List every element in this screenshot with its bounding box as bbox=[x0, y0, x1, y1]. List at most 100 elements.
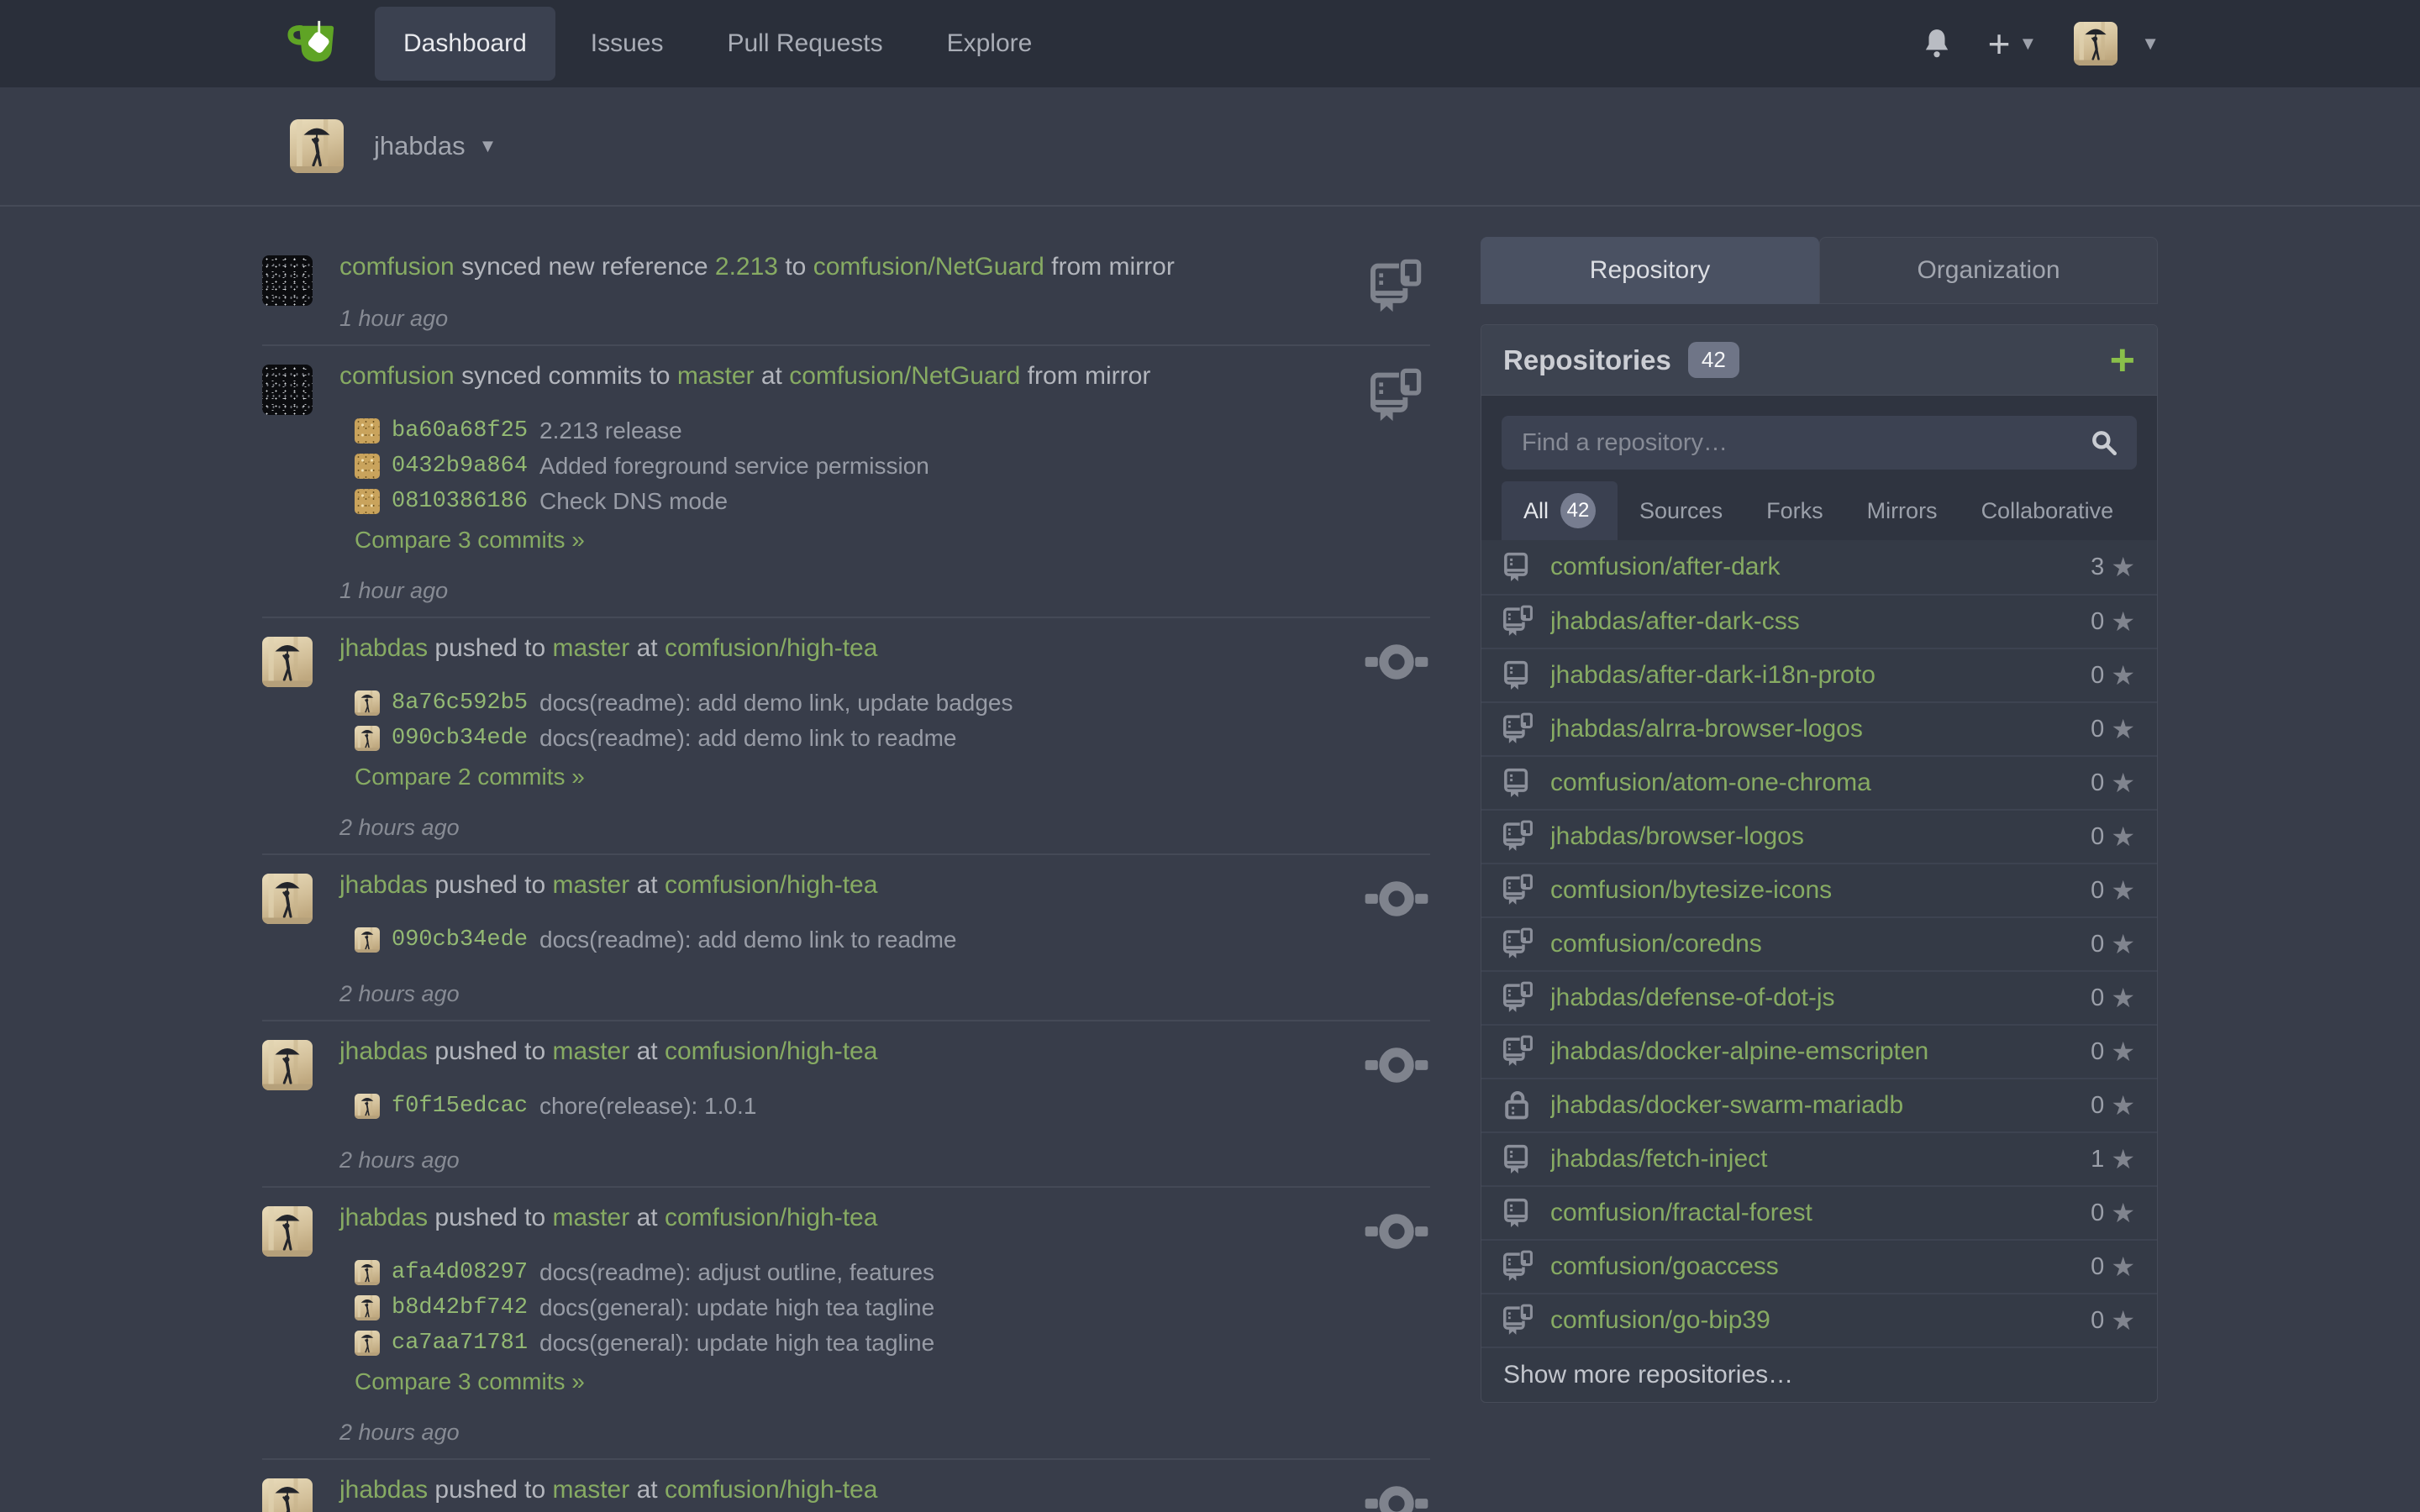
show-more-repositories-link[interactable]: Show more repositories… bbox=[1481, 1347, 2157, 1402]
feed-link[interactable]: master bbox=[553, 1204, 630, 1231]
actor-avatar[interactable] bbox=[262, 637, 313, 687]
feed-link[interactable]: comfusion/high-tea bbox=[665, 1204, 877, 1231]
commit-avatar bbox=[355, 927, 380, 953]
create-new-button[interactable]: + ▼ bbox=[1988, 24, 2038, 63]
repo-link[interactable]: comfusion/goaccess bbox=[1550, 1252, 2091, 1281]
user-menu-button[interactable]: ▼ bbox=[2074, 22, 2160, 66]
nav-item-dashboard[interactable]: Dashboard bbox=[375, 7, 555, 81]
repo-mirror-icon bbox=[1503, 1303, 1534, 1337]
feed-timestamp: 1 hour ago bbox=[339, 306, 1363, 331]
repo-link[interactable]: jhabdas/docker-swarm-mariadb bbox=[1550, 1091, 2091, 1120]
feed-link[interactable]: comfusion/NetGuard bbox=[813, 253, 1044, 281]
repo-link[interactable]: jhabdas/alrra-browser-logos bbox=[1550, 715, 2091, 743]
repo-link[interactable]: jhabdas/docker-alpine-emscripten bbox=[1550, 1037, 2091, 1066]
commit-sha-link[interactable]: 090cb34ede bbox=[392, 927, 528, 953]
repo-link[interactable]: jhabdas/after-dark-i18n-proto bbox=[1550, 661, 2091, 690]
actor-avatar[interactable] bbox=[262, 1206, 313, 1257]
commit-sha-link[interactable]: f0f15edcac bbox=[392, 1094, 528, 1119]
feed-link[interactable]: comfusion/high-tea bbox=[665, 1476, 877, 1504]
repo-link[interactable]: comfusion/after-dark bbox=[1550, 553, 2091, 581]
actor-avatar[interactable] bbox=[262, 1478, 313, 1512]
feed-link[interactable]: master bbox=[553, 1476, 630, 1504]
repo-link[interactable]: comfusion/coredns bbox=[1550, 930, 2091, 958]
repo-link[interactable]: jhabdas/defense-of-dot-js bbox=[1550, 984, 2091, 1012]
repo-link[interactable]: comfusion/atom-one-chroma bbox=[1550, 769, 2091, 797]
commit-sha-link[interactable]: afa4d08297 bbox=[392, 1260, 528, 1285]
commit-sha-link[interactable]: 8a76c592b5 bbox=[392, 690, 528, 716]
add-repository-button[interactable]: + bbox=[2110, 339, 2135, 382]
actor-avatar[interactable] bbox=[262, 1040, 313, 1090]
feed-item-title: jhabdas pushed to master at comfusion/hi… bbox=[339, 633, 1363, 664]
gitea-logo[interactable] bbox=[286, 0, 338, 87]
feed-link[interactable]: comfusion bbox=[339, 253, 455, 281]
feed-link[interactable]: 2.213 bbox=[715, 253, 778, 281]
tab-repository[interactable]: Repository bbox=[1481, 237, 1819, 304]
nav-item-pull-requests[interactable]: Pull Requests bbox=[698, 7, 911, 81]
feed-link[interactable]: master bbox=[553, 1037, 630, 1065]
repo-row: comfusion/goaccess 0 ★ bbox=[1481, 1239, 2157, 1293]
commit-sha-link[interactable]: 0810386186 bbox=[392, 489, 528, 514]
commit-sha-link[interactable]: 090cb34ede bbox=[392, 726, 528, 751]
feed-link[interactable]: jhabdas bbox=[339, 634, 428, 662]
commit-sha-link[interactable]: ca7aa71781 bbox=[392, 1331, 528, 1356]
feed-link[interactable]: master bbox=[553, 871, 630, 899]
feed-link[interactable]: comfusion/NetGuard bbox=[789, 362, 1020, 390]
feed-link[interactable]: comfusion/high-tea bbox=[665, 634, 877, 662]
repo-link[interactable]: comfusion/go-bip39 bbox=[1550, 1306, 2091, 1335]
commit-row: ca7aa71781 docs(general): update high te… bbox=[355, 1326, 1363, 1361]
commit-message: chore(release): 1.0.1 bbox=[539, 1093, 756, 1120]
repo-filter-collaborative[interactable]: Collaborative bbox=[1960, 481, 2136, 540]
feed-item: comfusion synced commits to master at co… bbox=[262, 346, 1430, 618]
commit-avatar bbox=[355, 690, 380, 716]
repo-filter-all[interactable]: All42 bbox=[1502, 481, 1618, 540]
commit-sha-link[interactable]: 0432b9a864 bbox=[392, 454, 528, 479]
compare-commits-link[interactable]: Compare 2 commits » bbox=[355, 763, 585, 791]
umbrella-person-photo bbox=[262, 1478, 313, 1512]
repo-link[interactable]: jhabdas/browser-logos bbox=[1550, 822, 2091, 851]
feed-link[interactable]: master bbox=[677, 362, 755, 390]
repo-link[interactable]: jhabdas/after-dark-css bbox=[1550, 607, 2091, 636]
tab-organization[interactable]: Organization bbox=[1819, 237, 2158, 304]
star-icon: ★ bbox=[2111, 769, 2135, 796]
feed-text: pushed to bbox=[428, 1037, 552, 1065]
compare-commits-link[interactable]: Compare 3 commits » bbox=[355, 1368, 585, 1396]
search-icon[interactable] bbox=[2090, 428, 2118, 457]
repo-star-count: 0 ★ bbox=[2091, 662, 2135, 690]
actor-avatar[interactable] bbox=[262, 255, 313, 306]
identicon-avatar bbox=[262, 365, 313, 415]
feed-link[interactable]: comfusion/high-tea bbox=[665, 1037, 877, 1065]
panel-title: Repositories bbox=[1503, 344, 1671, 376]
context-switcher[interactable]: jhabdas ▼ bbox=[0, 87, 2420, 207]
repo-filter-forks[interactable]: Forks bbox=[1744, 481, 1845, 540]
repositories-panel: Repositories 42 + All42SourcesForksMirro… bbox=[1481, 324, 2158, 1403]
feed-link[interactable]: master bbox=[553, 634, 630, 662]
feed-link[interactable]: jhabdas bbox=[339, 1204, 428, 1231]
feed-link[interactable]: comfusion/high-tea bbox=[665, 871, 877, 899]
feed-link[interactable]: jhabdas bbox=[339, 871, 428, 899]
nav-item-issues[interactable]: Issues bbox=[562, 7, 692, 81]
feed-link[interactable]: comfusion bbox=[339, 362, 455, 390]
compare-commits-link[interactable]: Compare 3 commits » bbox=[355, 526, 585, 554]
feed-link[interactable]: jhabdas bbox=[339, 1476, 428, 1504]
nav-item-explore[interactable]: Explore bbox=[918, 7, 1061, 81]
commit-sha-link[interactable]: ba60a68f25 bbox=[392, 418, 528, 444]
commit-avatar bbox=[355, 418, 380, 444]
commit-row: 090cb34ede docs(readme): add demo link t… bbox=[355, 721, 1363, 756]
repo-link[interactable]: comfusion/fractal-forest bbox=[1550, 1199, 2091, 1227]
repo-star-count: 0 ★ bbox=[2091, 1200, 2135, 1227]
repo-list: comfusion/after-dark 3 ★ jhabdas/after-d… bbox=[1481, 540, 2157, 1347]
star-icon: ★ bbox=[2111, 662, 2135, 689]
repo-filter-mirrors[interactable]: Mirrors bbox=[1845, 481, 1960, 540]
repo-filter-sources[interactable]: Sources bbox=[1618, 481, 1744, 540]
feed-text: at bbox=[629, 1037, 665, 1065]
repo-link[interactable]: comfusion/bytesize-icons bbox=[1550, 876, 2091, 905]
actor-avatar[interactable] bbox=[262, 365, 313, 415]
actor-avatar[interactable] bbox=[262, 874, 313, 924]
mirror-icon bbox=[1503, 1034, 1537, 1068]
search-input[interactable] bbox=[1520, 428, 2090, 458]
notifications-button[interactable] bbox=[1923, 28, 1951, 60]
mirror-icon bbox=[1503, 1303, 1537, 1337]
repo-link[interactable]: jhabdas/fetch-inject bbox=[1550, 1145, 2091, 1173]
commit-sha-link[interactable]: b8d42bf742 bbox=[392, 1295, 528, 1320]
feed-link[interactable]: jhabdas bbox=[339, 1037, 428, 1065]
